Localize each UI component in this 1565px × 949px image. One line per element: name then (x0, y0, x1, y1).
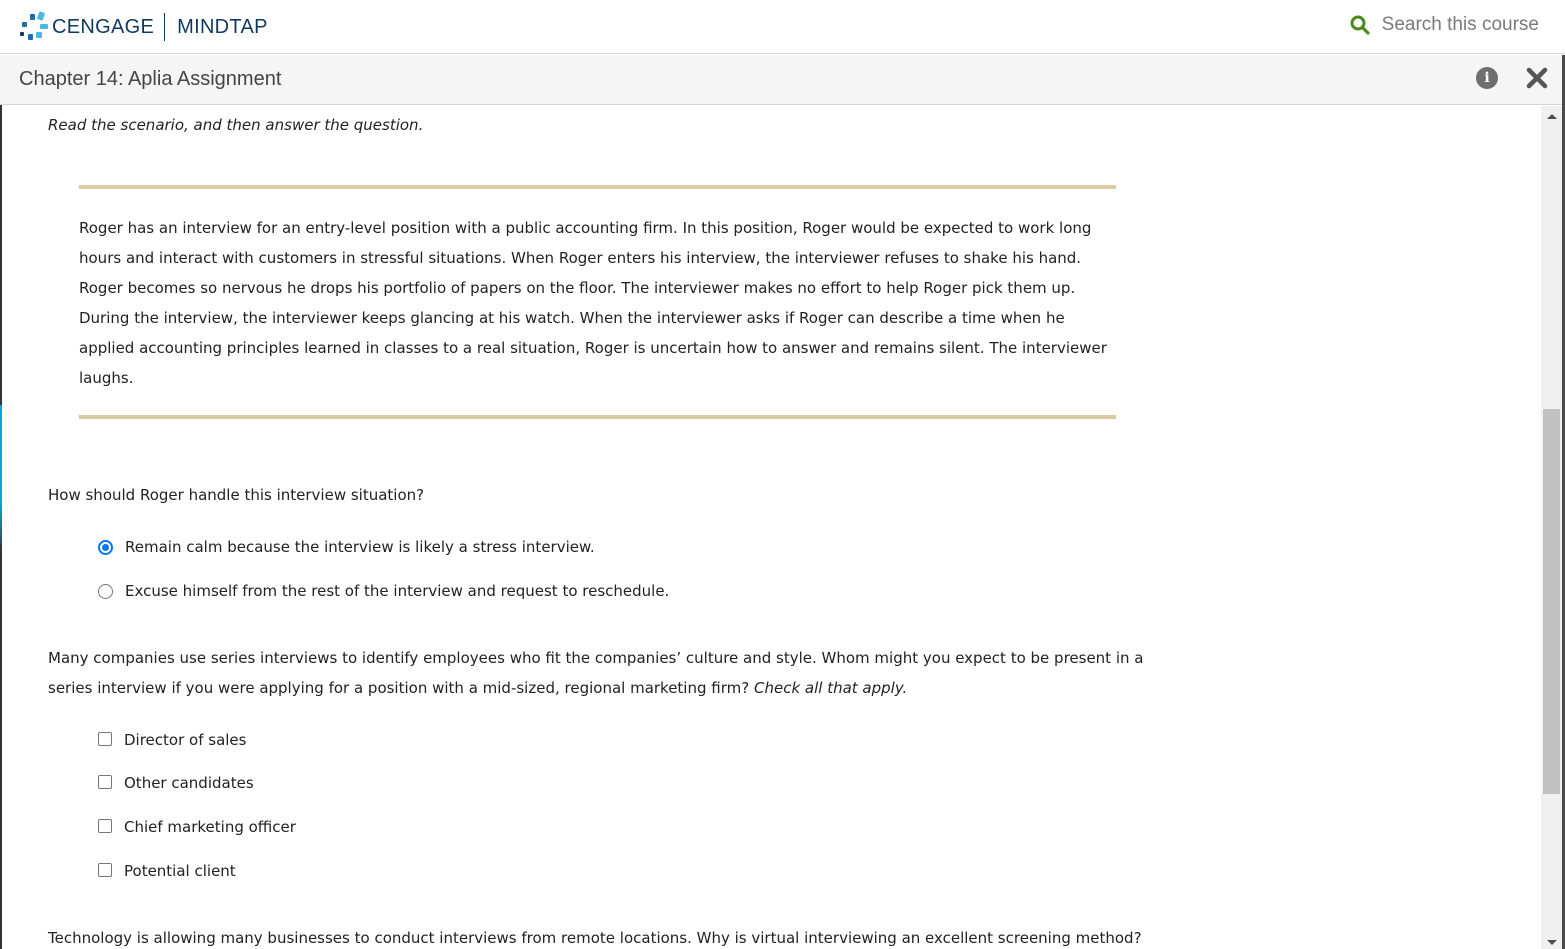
assignment-title-bar: Chapter 14: Aplia Assignment i (0, 55, 1562, 105)
q2-option-1[interactable]: Director of sales (98, 731, 246, 749)
scroll-up-arrow-icon[interactable] (1547, 114, 1557, 119)
option-label: Director of sales (124, 731, 247, 749)
question-1-prompt: How should Roger handle this interview s… (48, 486, 425, 504)
q2-option-4[interactable]: Potential client (98, 862, 236, 880)
brand-mindtap: MINDTAP (177, 15, 268, 38)
checkbox[interactable] (98, 774, 112, 789)
q2-option-3[interactable]: Chief marketing officer (98, 818, 296, 836)
checkbox[interactable] (98, 731, 112, 746)
scenario-bottom-rule (79, 415, 1116, 419)
instruction-text: Read the scenario, and then answer the q… (48, 116, 424, 134)
scrollbar-thumb[interactable] (1543, 409, 1560, 794)
cengage-mindtap-logo[interactable]: CENGAGE MINDTAP (18, 11, 268, 42)
question-2-emphasis: Check all that apply. (753, 679, 908, 697)
radio-button-selected[interactable] (98, 539, 113, 555)
checkbox[interactable] (98, 862, 112, 877)
brand-divider (164, 13, 166, 41)
option-label: Remain calm because the interview is lik… (125, 538, 595, 556)
info-button[interactable]: i (1476, 67, 1498, 89)
page-title: Chapter 14: Aplia Assignment (19, 68, 282, 90)
question-2-text: Many companies use series interviews to … (48, 649, 1144, 697)
question-2-prompt: Many companies use series interviews to … (48, 643, 1158, 703)
search-icon (1350, 15, 1370, 35)
scenario-text: Roger has an interview for an entry-leve… (79, 219, 1107, 387)
close-button[interactable] (1524, 65, 1550, 91)
option-label: Potential client (124, 862, 236, 880)
assignment-content: Read the scenario, and then answer the q… (2, 106, 1542, 949)
scroll-down-arrow-icon[interactable] (1547, 940, 1557, 945)
q1-option-2[interactable]: Excuse himself from the rest of the inte… (98, 582, 669, 600)
top-navigation-bar: CENGAGE MINDTAP Search this course (0, 0, 1565, 54)
option-label: Chief marketing officer (124, 818, 296, 836)
search-input[interactable]: Search this course (1382, 14, 1539, 36)
course-search[interactable]: Search this course (1350, 14, 1539, 36)
radio-button[interactable] (98, 583, 113, 599)
option-label: Other candidates (124, 774, 254, 792)
q2-option-2[interactable]: Other candidates (98, 774, 254, 792)
vertical-scrollbar[interactable] (1541, 106, 1562, 949)
scenario-top-rule (79, 185, 1116, 189)
checkbox[interactable] (98, 818, 112, 833)
question-3-prompt: Technology is allowing many businesses t… (48, 929, 1142, 947)
option-label: Excuse himself from the rest of the inte… (125, 582, 670, 600)
q1-option-1[interactable]: Remain calm because the interview is lik… (98, 538, 595, 556)
cengage-logo-icon (18, 11, 50, 42)
info-icon: i (1484, 70, 1490, 86)
close-icon (1526, 67, 1548, 89)
brand-cengage: CENGAGE (52, 15, 155, 38)
